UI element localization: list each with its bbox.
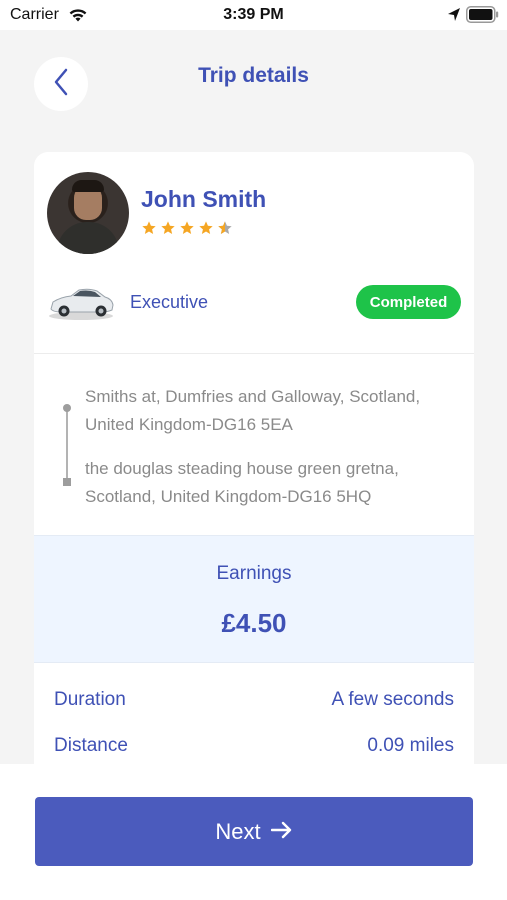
driver-avatar [47, 172, 129, 254]
next-button[interactable]: Next [35, 797, 473, 866]
route-line [66, 408, 68, 482]
duration-value: A few seconds [331, 689, 454, 710]
car-icon [47, 285, 115, 326]
dropoff-square-icon [63, 478, 71, 486]
clock: 3:39 PM [223, 6, 284, 23]
arrow-right-icon [270, 818, 293, 846]
star-icon [142, 221, 156, 234]
pickup-address: Smiths at, Dumfries and Galloway, Scotla… [85, 387, 421, 434]
distance-label: Distance [54, 735, 128, 756]
status-badge: Completed [356, 285, 461, 319]
driver-name: John Smith [141, 186, 267, 212]
divider [34, 353, 474, 354]
earnings-label: Earnings [216, 563, 292, 584]
duration-label: Duration [54, 689, 126, 710]
star-icon [180, 221, 194, 234]
distance-value: 0.09 miles [367, 735, 454, 756]
pickup-dot-icon [63, 404, 71, 412]
driver-rating [141, 220, 233, 236]
star-icon [199, 221, 213, 234]
vehicle-type: Executive [130, 292, 209, 312]
status-bar: Carrier 3:39 PM [0, 0, 507, 30]
battery-icon [466, 6, 499, 28]
half-star-icon [218, 221, 232, 234]
next-button-label: Next [215, 818, 261, 844]
earnings-panel: Earnings £4.50 [34, 535, 474, 663]
trip-card: John Smith Executive Completed Smiths at… [34, 152, 474, 764]
page-title: Trip details [198, 64, 309, 87]
earnings-amount: £4.50 [221, 608, 287, 638]
star-icon [161, 221, 175, 234]
dropoff-address: the douglas steading house green gretna,… [85, 459, 399, 506]
location-arrow-icon [447, 7, 461, 28]
